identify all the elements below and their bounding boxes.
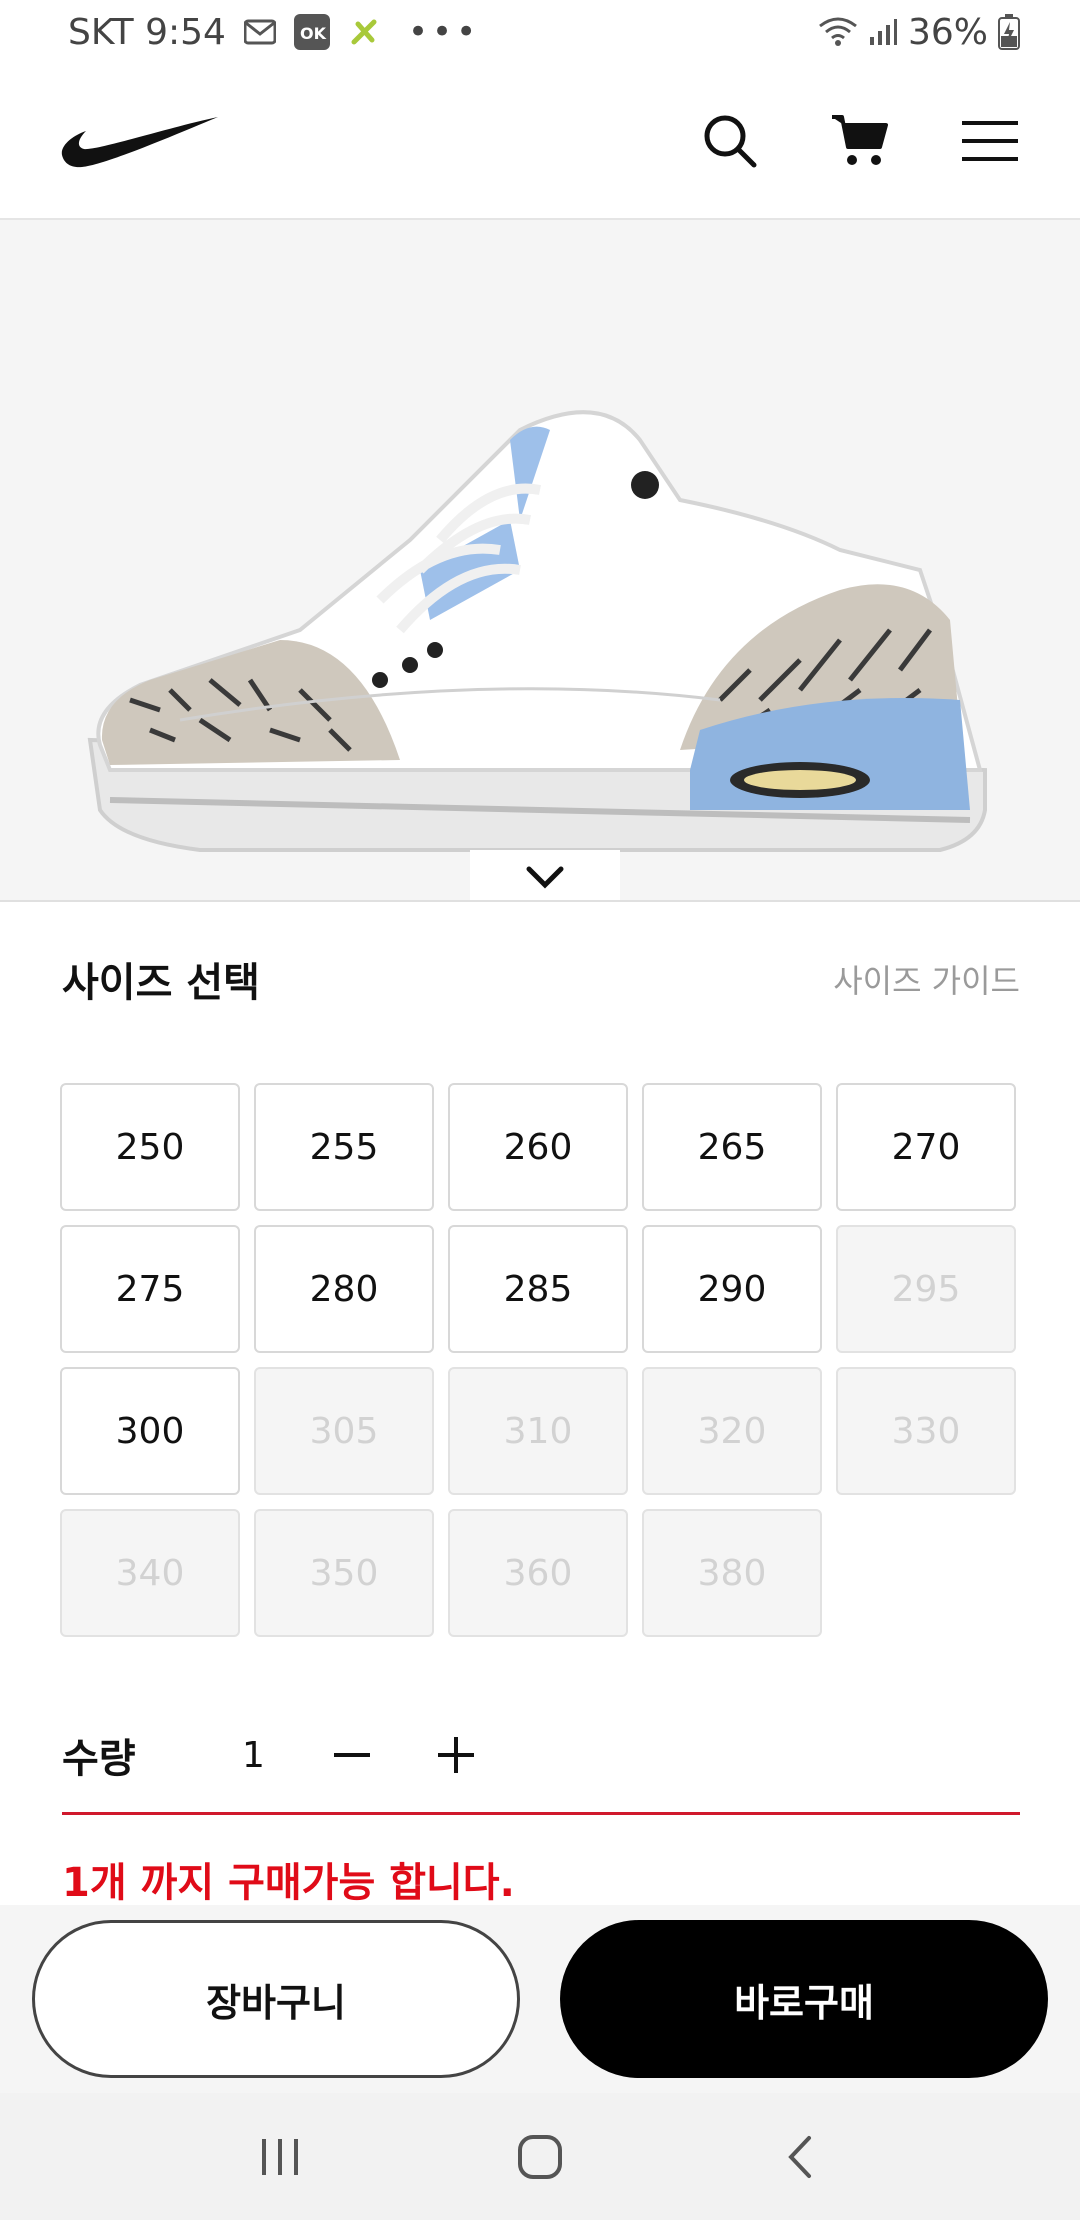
size-option-270[interactable]: 270 xyxy=(836,1083,1016,1211)
size-option-310: 310 xyxy=(448,1367,628,1495)
wifi-icon xyxy=(818,16,858,48)
size-option-285[interactable]: 285 xyxy=(448,1225,628,1353)
back-icon[interactable] xyxy=(770,2127,830,2187)
size-option-265[interactable]: 265 xyxy=(642,1083,822,1211)
size-option-360: 360 xyxy=(448,1509,628,1637)
purchase-limit-message: 1개 까지 구매가능 합니다. xyxy=(62,1860,515,1906)
system-nav-bar xyxy=(0,2093,1080,2220)
size-option-295: 295 xyxy=(836,1225,1016,1353)
recent-apps-icon[interactable] xyxy=(250,2127,310,2187)
size-option-380: 380 xyxy=(642,1509,822,1637)
app-icon xyxy=(348,16,380,48)
minus-icon xyxy=(334,1753,370,1757)
size-section-header: 사이즈 선택 사이즈 가이드 xyxy=(62,950,1020,1008)
size-grid: 250 255 260 265 270 275 280 285 290 295 300 305 310 3… xyxy=(60,1083,1020,1637)
size-option-340: 340 xyxy=(60,1509,240,1637)
menu-icon[interactable] xyxy=(960,111,1020,171)
quantity-label: 수량 xyxy=(62,1736,136,1782)
search-icon[interactable] xyxy=(700,111,760,171)
collapse-image-button[interactable] xyxy=(470,850,620,904)
quantity-value: 1 xyxy=(242,1734,265,1776)
signal-icon xyxy=(868,17,898,47)
size-option-260[interactable]: 260 xyxy=(448,1083,628,1211)
decrease-quantity-button[interactable] xyxy=(322,1725,382,1785)
size-option-350: 350 xyxy=(254,1509,434,1637)
ok-icon: OK xyxy=(293,14,330,50)
plus-icon xyxy=(438,1737,474,1773)
quantity-underline xyxy=(62,1812,1020,1815)
size-option-330: 330 xyxy=(836,1367,1016,1495)
svg-text:OK: OK xyxy=(300,24,327,43)
home-icon[interactable] xyxy=(510,2127,570,2187)
nike-swoosh-logo[interactable] xyxy=(60,111,220,171)
bottom-action-bar: 장바구니 바로구매 xyxy=(0,1905,1080,2093)
size-option-305: 305 xyxy=(254,1367,434,1495)
size-option-280[interactable]: 280 xyxy=(254,1225,434,1353)
carrier-time: SKT 9:54 xyxy=(68,11,226,53)
product-sneaker-image xyxy=(87,410,987,852)
product-page: SKT 9:54 OK ••• 36% 사이즈 선택 사이즈 가이드 250 2… xyxy=(0,0,1080,2220)
status-bar: SKT 9:54 OK ••• 36% xyxy=(0,0,1080,64)
cart-icon[interactable] xyxy=(830,111,890,171)
size-option-290[interactable]: 290 xyxy=(642,1225,822,1353)
gmail-icon xyxy=(243,19,276,45)
size-option-250[interactable]: 250 xyxy=(60,1083,240,1211)
add-to-cart-button[interactable]: 장바구니 xyxy=(32,1920,520,2078)
chevron-down-icon xyxy=(526,866,564,889)
app-header xyxy=(0,64,1080,220)
size-option-320: 320 xyxy=(642,1367,822,1495)
size-option-255[interactable]: 255 xyxy=(254,1083,434,1211)
size-guide-link[interactable]: 사이즈 가이드 xyxy=(833,956,1020,1002)
product-image-area xyxy=(0,220,1080,904)
size-select-title: 사이즈 선택 xyxy=(62,960,260,1006)
divider xyxy=(0,900,1080,902)
size-option-300[interactable]: 300 xyxy=(60,1367,240,1495)
quantity-row: 수량 1 xyxy=(62,1715,1020,1795)
buy-now-button[interactable]: 바로구매 xyxy=(560,1920,1048,2078)
increase-quantity-button[interactable] xyxy=(426,1725,486,1785)
battery-percent: 36% xyxy=(907,11,988,53)
battery-charging-icon xyxy=(998,14,1020,50)
size-option-275[interactable]: 275 xyxy=(60,1225,240,1353)
more-dots-icon: ••• xyxy=(407,12,481,52)
